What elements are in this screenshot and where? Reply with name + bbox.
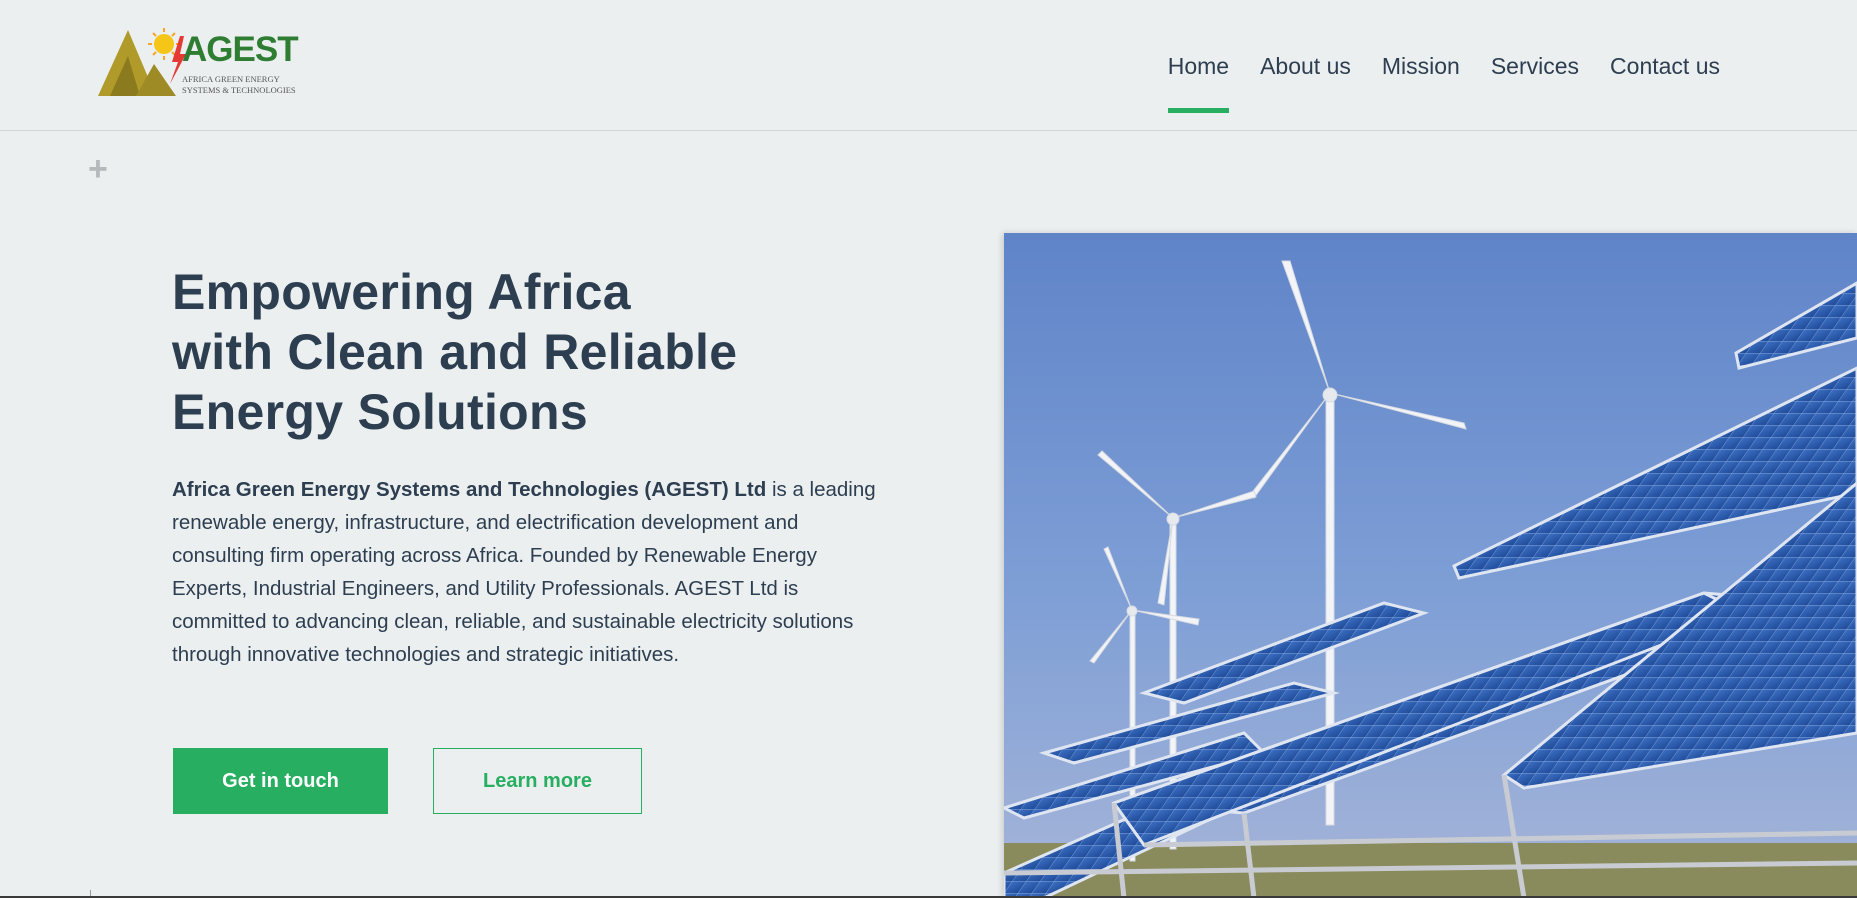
nav-services[interactable]: Services: [1491, 50, 1579, 82]
get-in-touch-button[interactable]: Get in touch: [173, 748, 388, 814]
logo-tagline-line2: SYSTEMS & TECHNOLOGIES: [182, 85, 296, 95]
main-nav: Home About us Mission Services Contact u…: [1167, 50, 1720, 113]
hero-title: Empowering Africa with Clean and Reliabl…: [172, 262, 892, 442]
hero-title-line2: with Clean and Reliable: [172, 324, 738, 380]
hero-description-body: is a leading renewable energy, infrastru…: [172, 478, 876, 666]
learn-more-button[interactable]: Learn more: [433, 748, 642, 814]
plus-icon[interactable]: +: [88, 152, 108, 186]
logo-tagline-line1: AFRICA GREEN ENERGY: [182, 74, 280, 84]
logo-tagline: AFRICA GREEN ENERGY SYSTEMS & TECHNOLOGI…: [182, 74, 312, 96]
site-header: AGEST AFRICA GREEN ENERGY SYSTEMS & TECH…: [0, 0, 1857, 131]
nav-mission[interactable]: Mission: [1382, 50, 1460, 82]
nav-contact-us[interactable]: Contact us: [1610, 50, 1720, 82]
logo-mark-icon: [98, 28, 186, 96]
hero-title-line3: Energy Solutions: [172, 384, 588, 440]
nav-home[interactable]: Home: [1167, 50, 1230, 113]
hero-title-line1: Empowering Africa: [172, 264, 631, 320]
hero-image: [1004, 233, 1857, 898]
company-name: Africa Green Energy Systems and Technolo…: [172, 478, 767, 501]
nav-about-us[interactable]: About us: [1260, 50, 1351, 82]
logo-wordmark: AGEST: [182, 30, 299, 69]
agest-logo[interactable]: AGEST AFRICA GREEN ENERGY SYSTEMS & TECH…: [96, 26, 306, 102]
hero-description: Africa Green Energy Systems and Technolo…: [172, 473, 887, 671]
